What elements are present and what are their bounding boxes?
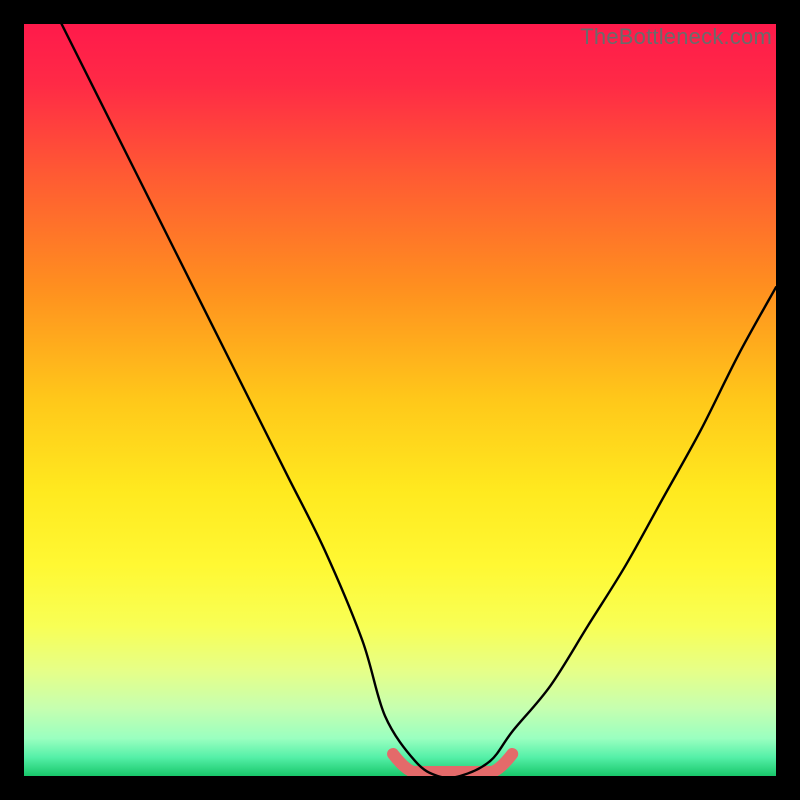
chart-frame: TheBottleneck.com <box>0 0 800 800</box>
curve-layer <box>24 24 776 776</box>
plot-area <box>24 24 776 776</box>
watermark-text: TheBottleneck.com <box>580 24 772 50</box>
bottleneck-curve <box>24 24 776 776</box>
